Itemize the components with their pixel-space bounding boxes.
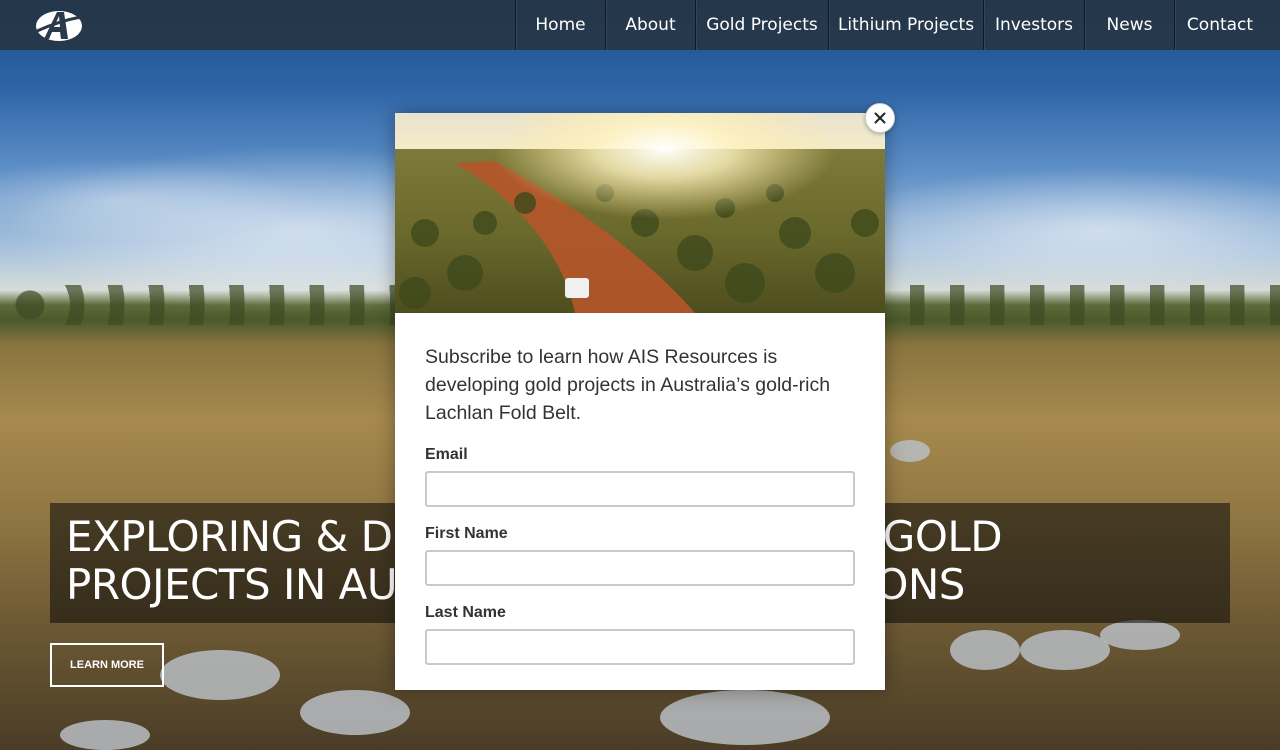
main-nav: Home About Gold Projects Lithium Project… [515, 0, 1265, 50]
nav-about[interactable]: About [605, 0, 695, 50]
last-name-field[interactable] [425, 629, 855, 665]
email-label: Email [425, 446, 468, 463]
nav-news[interactable]: News [1084, 0, 1174, 50]
rock [160, 650, 280, 700]
rock [300, 690, 410, 735]
modal-header-image [395, 113, 885, 313]
nav-lithium-projects[interactable]: Lithium Projects [828, 0, 983, 50]
rock [660, 690, 830, 745]
rock [60, 720, 150, 750]
subscribe-form: Subscribe to learn how AIS Resources is … [425, 343, 855, 665]
nav-investors[interactable]: Investors [983, 0, 1084, 50]
rock [1020, 630, 1110, 670]
subscribe-modal: Subscribe to learn how AIS Resources is … [395, 113, 885, 690]
rock [950, 630, 1020, 670]
rock [1100, 620, 1180, 650]
close-icon [874, 112, 886, 124]
email-field[interactable] [425, 471, 855, 507]
nav-contact[interactable]: Contact [1174, 0, 1265, 50]
first-name-label: First Name [425, 525, 508, 542]
subscribe-intro-text: Subscribe to learn how AIS Resources is … [425, 346, 831, 424]
nav-gold-projects[interactable]: Gold Projects [695, 0, 828, 50]
rock [890, 440, 930, 462]
top-navbar: Home About Gold Projects Lithium Project… [0, 0, 1280, 50]
close-modal-button[interactable] [865, 103, 895, 133]
ais-logo-icon[interactable] [34, 7, 84, 43]
learn-more-button[interactable]: LEARN MORE [50, 643, 164, 687]
first-name-field[interactable] [425, 550, 855, 586]
nav-home[interactable]: Home [515, 0, 605, 50]
last-name-label: Last Name [425, 604, 506, 621]
